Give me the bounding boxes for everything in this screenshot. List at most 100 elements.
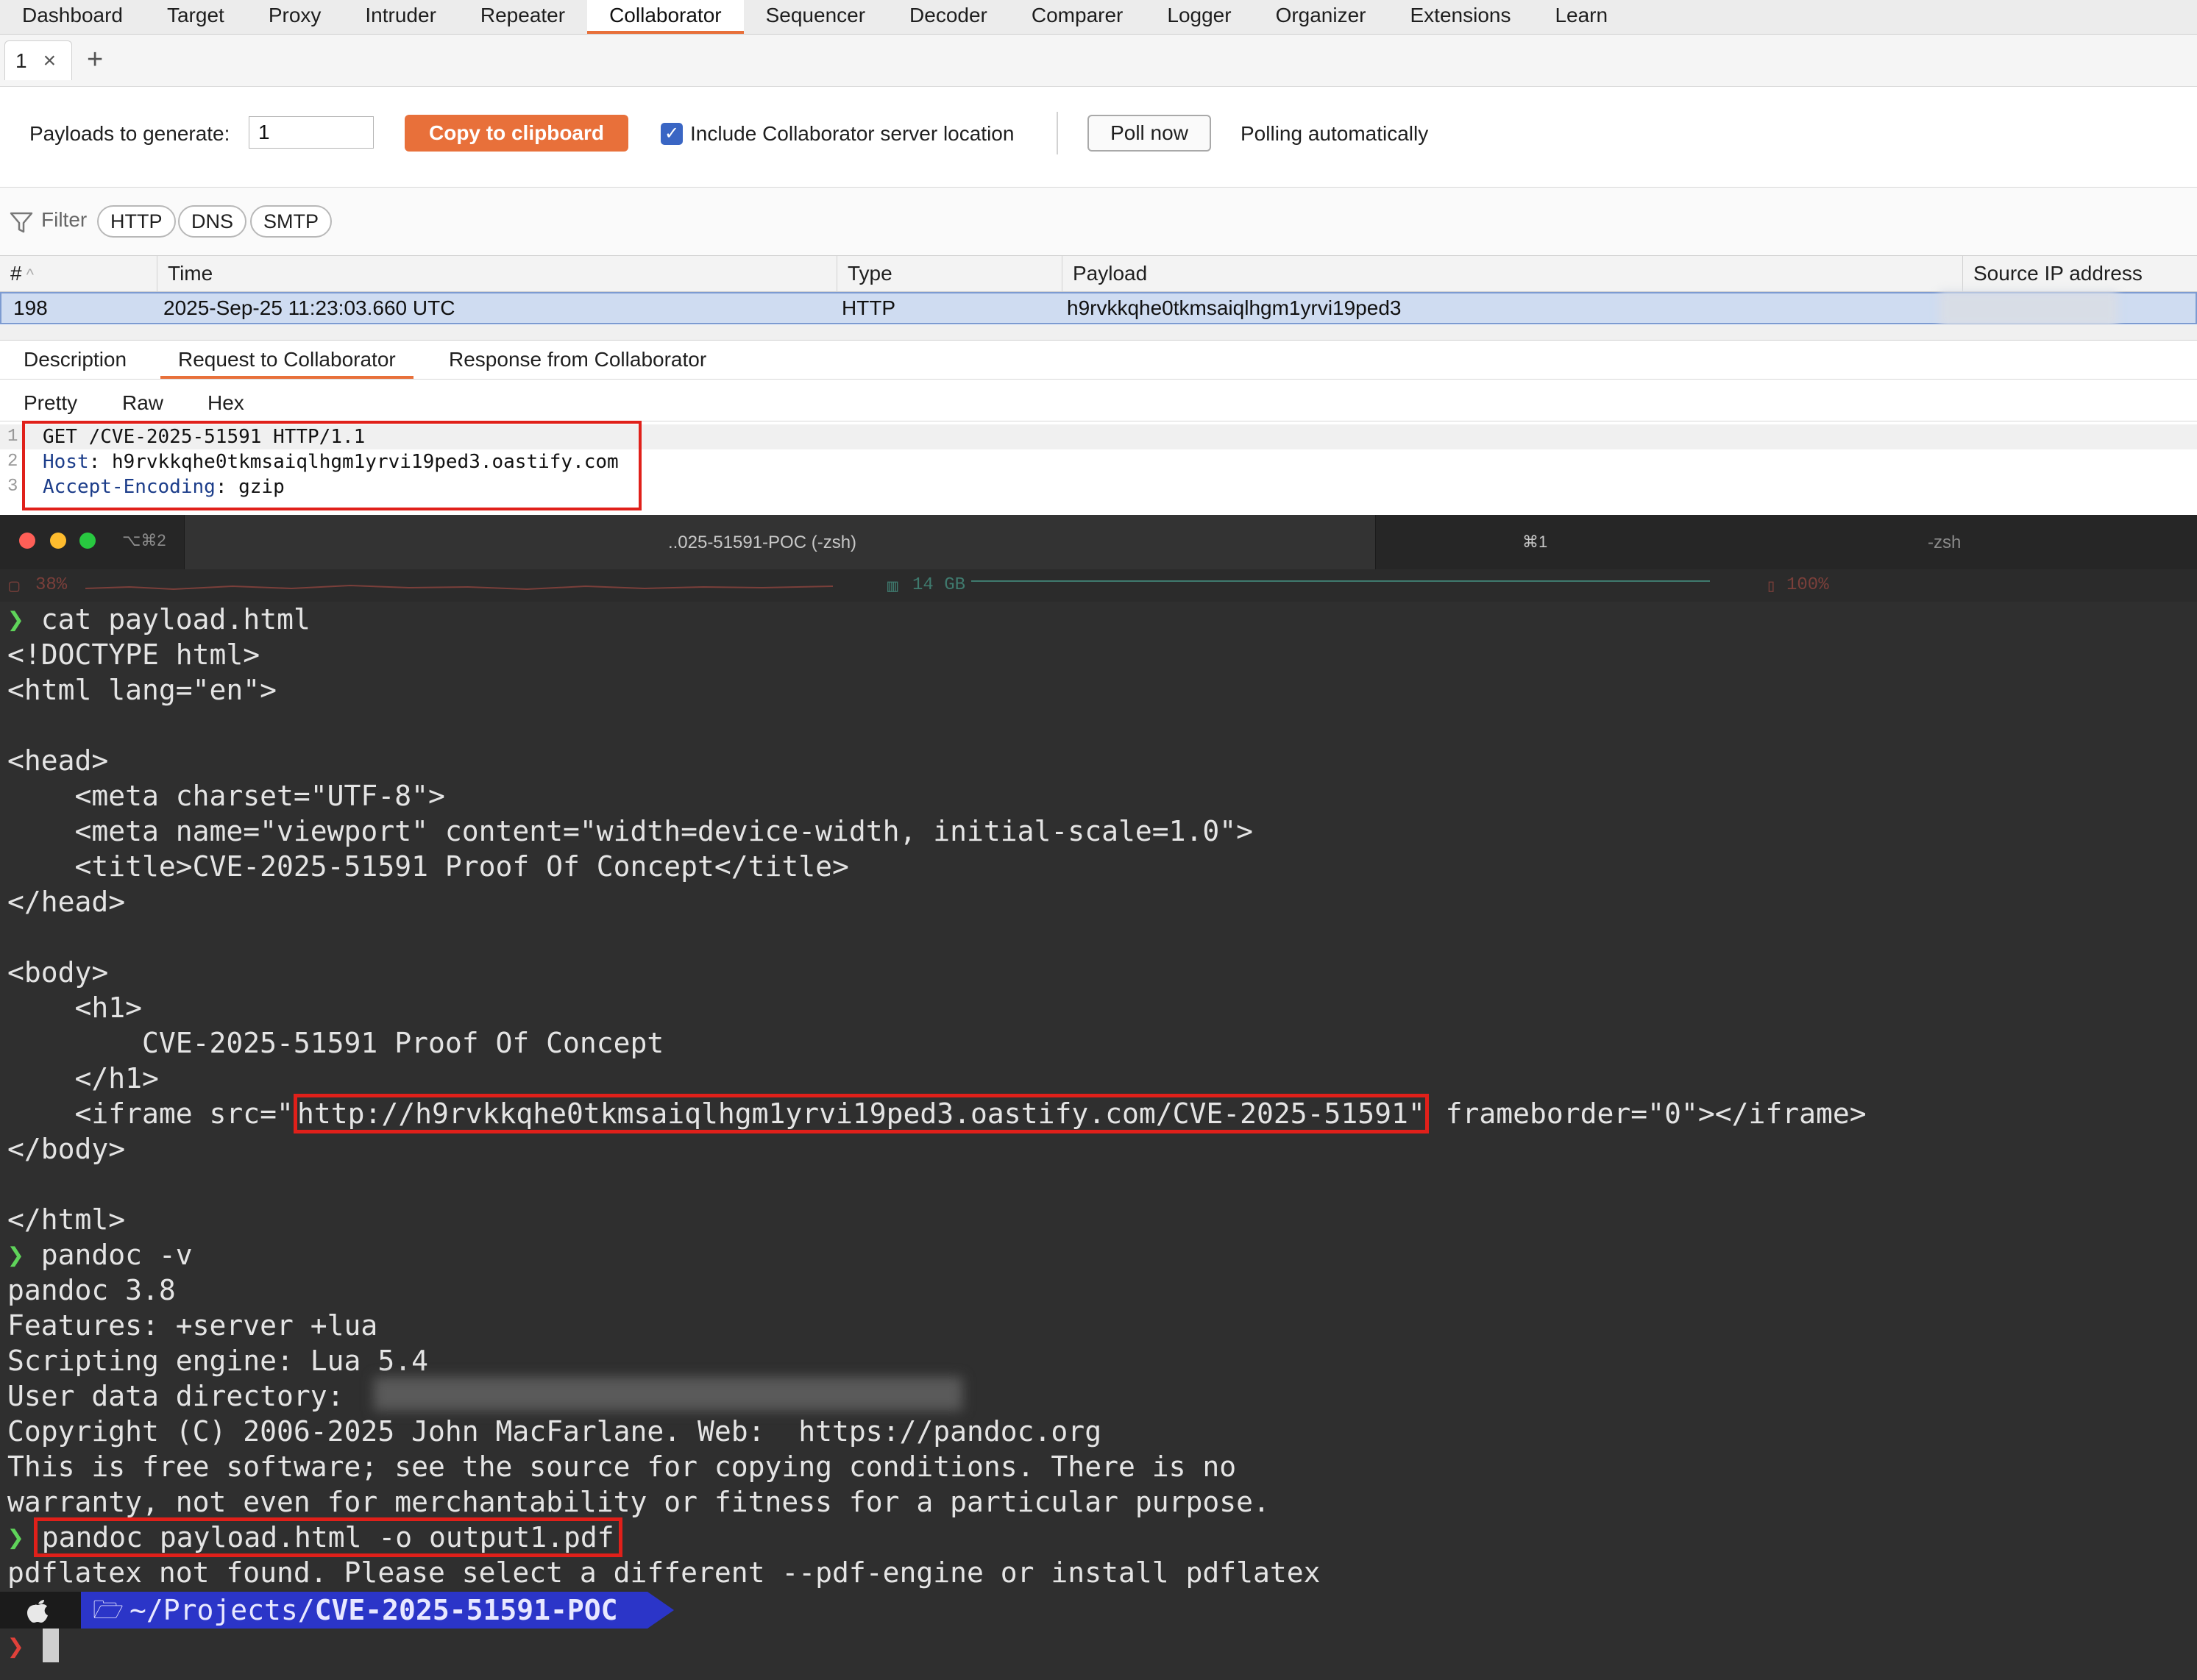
- terminal-command-line: ❯ pandoc -v: [7, 1237, 193, 1273]
- terminal-output-line: <head>: [7, 744, 109, 777]
- subtab-1[interactable]: 1 ×: [4, 40, 72, 80]
- terminal-output-line: <h1>: [7, 992, 143, 1024]
- close-icon[interactable]: ×: [43, 49, 57, 74]
- tab-shortcut-label: ⌘1: [1522, 533, 1548, 551]
- nav-tab-decoder[interactable]: Decoder: [887, 0, 1009, 34]
- divider: [1057, 112, 1058, 154]
- command-text: cat payload.html: [40, 603, 310, 636]
- nav-tab-comparer[interactable]: Comparer: [1009, 0, 1145, 34]
- nav-tab-logger[interactable]: Logger: [1145, 0, 1253, 34]
- apple-icon: [0, 1592, 81, 1629]
- prompt-separator: [647, 1592, 674, 1629]
- detail-tabs: Description Request to Collaborator Resp…: [0, 341, 2197, 380]
- terminal-output-line: User data directory:: [7, 1380, 361, 1412]
- terminal-output-line: </body>: [7, 1133, 126, 1165]
- command-text: pandoc -v: [40, 1239, 193, 1271]
- terminal-output-line: <iframe src=" http://h9rvkkqhe0tkmsaiqlhg…: [7, 1094, 1867, 1133]
- filter-chip-dns[interactable]: DNS: [178, 205, 247, 238]
- pandoc-command-highlight: pandoc payload.html -o output1.pdf: [33, 1517, 622, 1557]
- filter-label[interactable]: Filter: [41, 208, 87, 232]
- iframe-url-highlight: http://h9rvkkqhe0tkmsaiqlhgm1yrvi19ped3.…: [293, 1094, 1429, 1133]
- terminal-output-line: <html lang="en">: [7, 674, 277, 706]
- nav-tab-collaborator[interactable]: Collaborator: [587, 0, 744, 34]
- cpu-icon: ▢: [9, 577, 20, 597]
- nav-tab-sequencer[interactable]: Sequencer: [744, 0, 887, 34]
- terminal-tab-bar: ⌥⌘2 ..025-51591-POC (-zsh) ⌘1 -zsh: [0, 515, 2197, 570]
- cell-type: HTTP: [842, 296, 896, 319]
- view-tab-pretty[interactable]: Pretty: [24, 380, 77, 421]
- memory-graph: [971, 580, 1710, 582]
- filter-icon[interactable]: [9, 210, 34, 235]
- nav-tab-repeater[interactable]: Repeater: [458, 0, 587, 34]
- filter-chip-smtp[interactable]: SMTP: [250, 205, 333, 238]
- terminal-input-line[interactable]: ❯: [7, 1629, 24, 1664]
- request-highlight-box: [22, 421, 642, 510]
- nav-tab-proxy[interactable]: Proxy: [246, 0, 344, 34]
- terminal-output-line: </html>: [7, 1203, 126, 1236]
- shell-prompt-bar: 🗁 ~/Projects/CVE-2025-51591-POC: [0, 1592, 2197, 1629]
- zoom-window-icon[interactable]: [79, 533, 96, 549]
- cell-time: 2025-Sep-25 11:23:03.660 UTC: [163, 296, 455, 319]
- nav-tab-dashboard[interactable]: Dashboard: [0, 0, 145, 34]
- polling-status: Polling automatically: [1241, 122, 1429, 145]
- terminal-tab-title: ..025-51591-POC (-zsh): [667, 533, 857, 552]
- include-location-label: Include Collaborator server location: [690, 122, 1015, 145]
- current-path: 🗁 ~/Projects/CVE-2025-51591-POC: [81, 1592, 647, 1629]
- terminal-output-line: <!DOCTYPE html>: [7, 638, 260, 671]
- filter-chip-http[interactable]: HTTP: [97, 205, 176, 238]
- view-tab-hex[interactable]: Hex: [207, 380, 244, 421]
- tab-response-from-collaborator[interactable]: Response from Collaborator: [431, 341, 724, 379]
- nav-tab-extensions[interactable]: Extensions: [1388, 0, 1533, 34]
- collaborator-controls: Payloads to generate: Copy to clipboard …: [0, 87, 2197, 188]
- column-header-payload[interactable]: Payload: [1062, 256, 1963, 291]
- subtab-label: 1: [15, 49, 27, 72]
- include-location-checkbox[interactable]: ✓: [661, 123, 683, 145]
- column-header-time[interactable]: Time: [157, 256, 837, 291]
- terminal-output-line: warranty, not even for merchantability o…: [7, 1486, 1270, 1518]
- terminal-command-line: ❯ pandoc payload.html -o output1.pdf: [7, 1517, 622, 1557]
- prompt-icon: ❯: [7, 1630, 24, 1662]
- view-tab-raw[interactable]: Raw: [122, 380, 163, 421]
- memory-icon: ▥: [887, 577, 898, 597]
- redacted-source-ip: [1939, 291, 2118, 327]
- table-empty-area: [0, 325, 2197, 341]
- path-text: ~/Projects/CVE-2025-51591-POC: [129, 1594, 618, 1626]
- add-tab-icon[interactable]: +: [87, 42, 103, 77]
- minimize-window-icon[interactable]: [50, 533, 66, 549]
- sort-ascending-icon: ^: [26, 266, 34, 284]
- terminal-output-line: CVE-2025-51591 Proof Of Concept: [7, 1027, 664, 1059]
- nav-tab-intruder[interactable]: Intruder: [343, 0, 458, 34]
- battery-level: 100%: [1786, 575, 1829, 595]
- nav-tab-target[interactable]: Target: [145, 0, 246, 34]
- column-header-source-ip[interactable]: Source IP address: [1963, 256, 2197, 291]
- terminal-output-line: pandoc 3.8: [7, 1274, 176, 1306]
- tab-shortcut-label: ⌥⌘2: [122, 531, 166, 549]
- nav-tab-organizer[interactable]: Organizer: [1254, 0, 1388, 34]
- table-row[interactable]: 198 2025-Sep-25 11:23:03.660 UTC HTTP h9…: [0, 292, 2197, 324]
- terminal-error-line: pdflatex not found. Please select a diff…: [7, 1556, 1321, 1589]
- terminal-output-line: <meta name="viewport" content="width=dev…: [7, 815, 1253, 847]
- tab-description[interactable]: Description: [6, 341, 144, 379]
- column-header-type[interactable]: Type: [837, 256, 1062, 291]
- interactions-table-header: # ^ Time Type Payload Source IP address: [0, 256, 2197, 292]
- terminal-tab-2[interactable]: -zsh: [1928, 533, 1961, 553]
- status-bar: ▢ 38% ▥ 14 GB ▯ 100%: [0, 569, 2197, 602]
- column-header-number[interactable]: # ^: [0, 256, 157, 291]
- payloads-label: Payloads to generate:: [29, 122, 230, 145]
- nav-tab-learn[interactable]: Learn: [1533, 0, 1630, 34]
- cell-payload: h9rvkkqhe0tkmsaiqlhgm1yrvi19ped3: [1067, 296, 1402, 319]
- memory-usage: 14 GB: [912, 575, 966, 595]
- terminal-cursor: [43, 1629, 59, 1662]
- copy-to-clipboard-button[interactable]: Copy to clipboard: [405, 115, 628, 152]
- battery-icon: ▯: [1766, 577, 1777, 597]
- tab-request-to-collaborator[interactable]: Request to Collaborator: [160, 341, 414, 379]
- folder-icon: 🗁: [93, 1595, 124, 1625]
- cell-number: 198: [13, 296, 48, 319]
- terminal-command-line: ❯ cat payload.html: [7, 602, 310, 637]
- cpu-graph: [85, 584, 833, 591]
- payloads-input[interactable]: [249, 116, 374, 149]
- terminal-tab-active[interactable]: ..025-51591-POC (-zsh) ⌘1: [184, 515, 1547, 569]
- poll-now-button[interactable]: Poll now: [1087, 115, 1211, 152]
- close-window-icon[interactable]: [19, 533, 35, 549]
- terminal-output-line: <meta charset="UTF-8">: [7, 780, 445, 812]
